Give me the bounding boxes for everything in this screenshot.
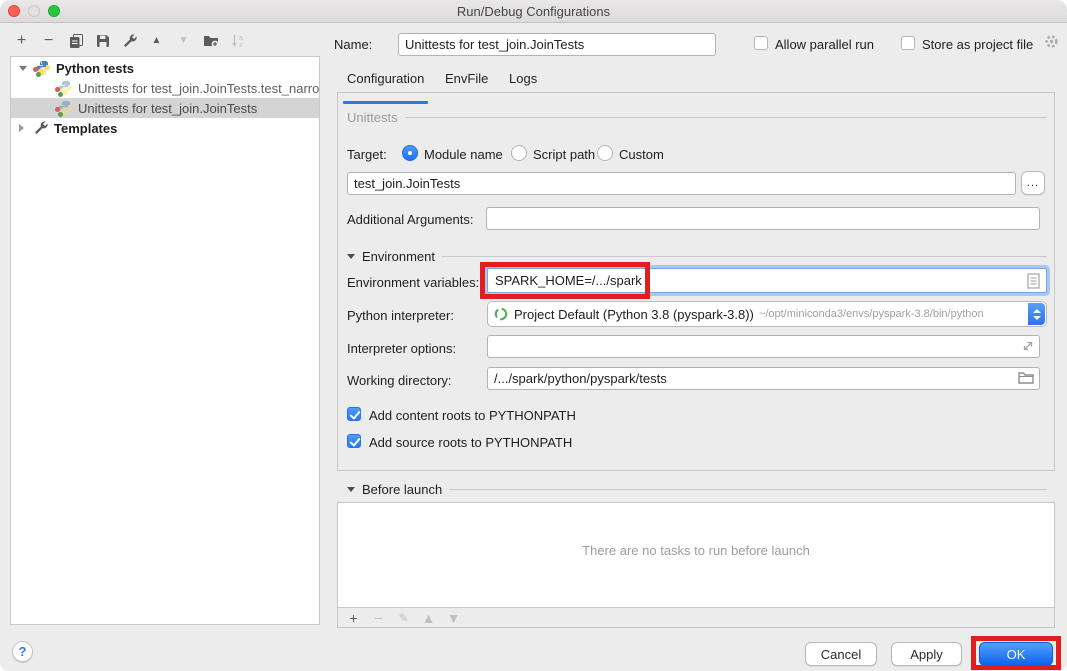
add-source-roots-label: Add source roots to PYTHONPATH xyxy=(369,435,572,450)
help-button[interactable]: ? xyxy=(12,641,33,662)
unittests-group-title-row: Unittests xyxy=(347,110,1047,125)
add-content-roots-checkbox[interactable] xyxy=(347,407,361,421)
environment-header-label: Environment xyxy=(362,249,435,264)
sort-alphabetically-icon: az xyxy=(229,33,246,50)
add-source-roots-checkbox[interactable] xyxy=(347,434,361,448)
divider xyxy=(442,256,1047,257)
python-test-icon xyxy=(57,100,73,116)
interpreter-options-input[interactable] xyxy=(487,335,1040,358)
python-test-icon xyxy=(57,80,73,96)
store-as-project-file-label: Store as project file xyxy=(922,37,1033,52)
collapse-arrow-icon[interactable] xyxy=(347,487,355,492)
configurations-tree: Python tests Unittests for test_join.Joi… xyxy=(10,56,320,625)
new-folder-icon[interactable] xyxy=(202,33,219,50)
before-launch-empty-message: There are no tasks to run before launch xyxy=(338,543,1054,558)
remove-configuration-icon[interactable]: − xyxy=(40,33,57,50)
conda-env-icon xyxy=(494,307,508,321)
tree-item-label: Unittests for test_join.JoinTests xyxy=(78,101,257,116)
module-name-input[interactable] xyxy=(347,172,1016,195)
window-title: Run/Debug Configurations xyxy=(457,4,610,19)
tree-item-label: Templates xyxy=(54,121,117,136)
tab-configuration[interactable]: Configuration xyxy=(347,71,424,86)
name-input[interactable] xyxy=(398,33,716,56)
expand-arrow-icon[interactable] xyxy=(19,124,24,132)
python-interpreter-path: ~/opt/miniconda3/envs/pyspark-3.8/bin/py… xyxy=(759,308,984,320)
collapse-arrow-icon[interactable] xyxy=(19,66,27,71)
tree-item-templates[interactable]: Templates xyxy=(11,118,319,138)
name-label: Name: xyxy=(334,37,372,52)
cancel-button[interactable]: Cancel xyxy=(805,642,877,666)
tree-item-python-tests[interactable]: Python tests xyxy=(11,58,319,78)
gear-icon[interactable] xyxy=(1043,33,1059,49)
save-configuration-icon[interactable] xyxy=(94,33,111,50)
environment-variables-label: Environment variables: xyxy=(347,275,479,290)
ok-button[interactable]: OK xyxy=(979,642,1053,666)
tab-envfile[interactable]: EnvFile xyxy=(445,71,488,86)
tab-logs[interactable]: Logs xyxy=(509,71,537,86)
before-launch-header-label: Before launch xyxy=(362,482,442,497)
run-debug-configurations-dialog: Run/Debug Configurations + − ▲ ▼ az xyxy=(0,0,1067,671)
configurations-toolbar: + − ▲ ▼ az xyxy=(13,31,246,51)
radio-module-name-label: Module name xyxy=(424,147,503,162)
tree-item-label: Unittests for test_join.JoinTests.test_n… xyxy=(78,81,319,96)
environment-variables-field xyxy=(487,268,1047,293)
move-task-up-icon: ▲ xyxy=(422,611,435,624)
environment-section-header[interactable]: Environment xyxy=(347,249,1047,264)
python-interpreter-value: Project Default (Python 3.8 (pyspark-3.8… xyxy=(514,307,754,322)
svg-text:a: a xyxy=(239,35,243,42)
store-as-project-file-checkbox[interactable] xyxy=(901,36,915,50)
divider xyxy=(405,117,1047,118)
python-interpreter-select[interactable]: Project Default (Python 3.8 (pyspark-3.8… xyxy=(487,301,1047,327)
move-down-icon: ▼ xyxy=(175,33,192,50)
zoom-window-button[interactable] xyxy=(48,5,60,17)
radio-custom[interactable] xyxy=(597,145,613,161)
interpreter-options-label: Interpreter options: xyxy=(347,341,456,356)
working-directory-input[interactable] xyxy=(487,367,1040,390)
close-window-button[interactable] xyxy=(8,5,20,17)
radio-module-name[interactable] xyxy=(402,145,418,161)
move-task-down-icon: ▼ xyxy=(447,611,460,624)
edit-task-icon: ✎ xyxy=(397,611,410,624)
before-launch-toolbar: + − ✎ ▲ ▼ xyxy=(338,607,1054,627)
svg-text:z: z xyxy=(239,42,243,49)
minimize-window-button xyxy=(28,5,40,17)
environment-variables-input[interactable] xyxy=(488,269,1046,292)
working-directory-label: Working directory: xyxy=(347,373,452,388)
radio-script-path[interactable] xyxy=(511,145,527,161)
tree-item-test-narrow[interactable]: Unittests for test_join.JoinTests.test_n… xyxy=(11,78,319,98)
radio-custom-label: Custom xyxy=(619,147,664,162)
python-tests-icon xyxy=(35,60,51,76)
copy-configuration-icon[interactable] xyxy=(67,33,84,50)
edit-templates-icon[interactable] xyxy=(121,33,138,50)
templates-wrench-icon xyxy=(33,120,49,136)
tree-item-jointests-selected[interactable]: Unittests for test_join.JoinTests xyxy=(11,98,319,118)
python-interpreter-label: Python interpreter: xyxy=(347,308,454,323)
tree-item-label: Python tests xyxy=(56,61,134,76)
browse-button[interactable]: ... xyxy=(1021,171,1045,195)
move-up-icon[interactable]: ▲ xyxy=(148,33,165,50)
allow-parallel-run-label: Allow parallel run xyxy=(775,37,874,52)
divider xyxy=(449,489,1047,490)
allow-parallel-run-checkbox[interactable] xyxy=(754,36,768,50)
remove-task-icon: − xyxy=(372,611,385,624)
additional-arguments-input[interactable] xyxy=(486,207,1040,230)
apply-button[interactable]: Apply xyxy=(891,642,962,666)
additional-arguments-label: Additional Arguments: xyxy=(347,212,473,227)
unittests-group-title: Unittests xyxy=(347,110,398,125)
radio-script-path-label: Script path xyxy=(533,147,595,162)
add-configuration-icon[interactable]: + xyxy=(13,33,30,50)
collapse-arrow-icon[interactable] xyxy=(347,254,355,259)
target-label: Target: xyxy=(347,147,387,162)
title-bar: Run/Debug Configurations xyxy=(0,0,1067,23)
dropdown-spinner-icon[interactable] xyxy=(1028,303,1045,325)
add-content-roots-label: Add content roots to PYTHONPATH xyxy=(369,408,576,423)
before-launch-task-list: There are no tasks to run before launch … xyxy=(337,502,1055,628)
add-task-icon[interactable]: + xyxy=(347,611,360,624)
before-launch-section-header[interactable]: Before launch xyxy=(347,482,1047,497)
